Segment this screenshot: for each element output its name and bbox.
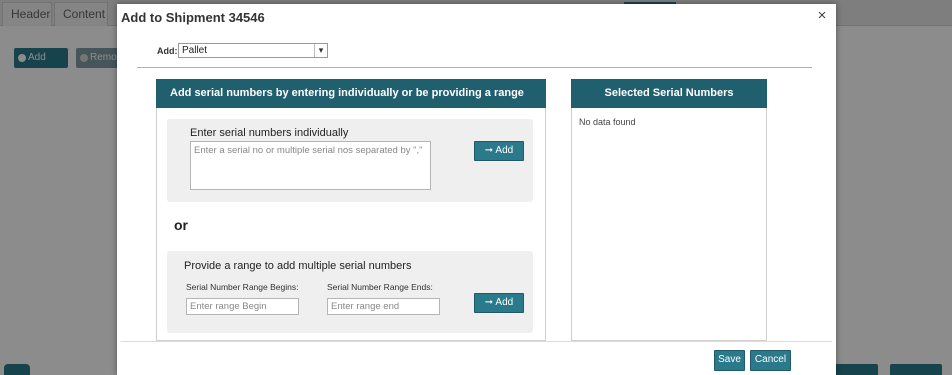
- add-range-button[interactable]: ➞ Add: [474, 293, 524, 313]
- add-type-selected-value: Pallet: [182, 45, 208, 56]
- save-button[interactable]: Save: [714, 350, 745, 371]
- close-icon[interactable]: ×: [814, 7, 830, 25]
- add-serial-panel: Add serial numbers by entering individua…: [156, 79, 546, 341]
- add-type-label: Add:: [157, 46, 178, 56]
- footer-divider: [121, 341, 832, 342]
- chevron-down-icon: ▾: [314, 44, 327, 57]
- range-end-label: Serial Number Range Ends:: [327, 282, 433, 292]
- add-individual-button[interactable]: ➞ Add: [474, 141, 524, 161]
- divider: [137, 67, 812, 68]
- or-separator: or: [174, 217, 188, 233]
- range-end-input[interactable]: Enter range end: [327, 298, 440, 315]
- add-serial-panel-header: Add serial numbers by entering individua…: [156, 79, 546, 108]
- range-begin-label: Serial Number Range Begins:: [186, 282, 299, 292]
- empty-state-text: No data found: [579, 117, 636, 127]
- modal-title: Add to Shipment 34546: [121, 10, 265, 25]
- individual-serial-section: Enter serial numbers individually Enter …: [167, 119, 533, 202]
- range-begin-input[interactable]: Enter range Begin: [186, 298, 299, 315]
- add-to-shipment-modal: Add to Shipment 34546 × Add: Pallet ▾ Ad…: [117, 4, 836, 375]
- range-serial-title: Provide a range to add multiple serial n…: [184, 260, 412, 272]
- add-type-select[interactable]: Pallet ▾: [178, 43, 328, 58]
- selected-serials-header: Selected Serial Numbers: [571, 79, 767, 108]
- cancel-button[interactable]: Cancel: [750, 350, 791, 371]
- serial-numbers-textarea[interactable]: Enter a serial no or multiple serial nos…: [190, 141, 431, 190]
- range-serial-section: Provide a range to add multiple serial n…: [167, 251, 533, 333]
- selected-serials-panel: Selected Serial Numbers No data found: [571, 79, 767, 341]
- individual-serial-title: Enter serial numbers individually: [190, 127, 349, 139]
